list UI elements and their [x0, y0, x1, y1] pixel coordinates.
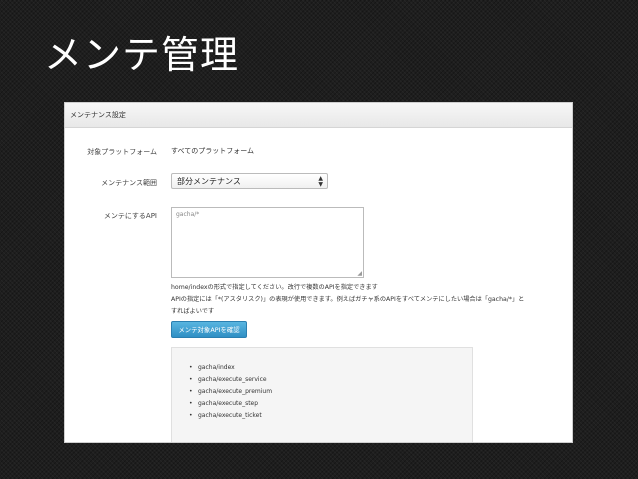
api-list: • gacha/index • gacha/execute_service • gac…: [172, 348, 472, 422]
list-item-text: gacha/execute_service: [198, 376, 267, 383]
maintenance-scope-selected: 部分メンテナンス: [177, 177, 241, 186]
maintenance-scope-select[interactable]: 部分メンテナンス ▲ ▼: [171, 173, 328, 189]
list-item: • gacha/index: [189, 362, 472, 374]
help-text-line-1: home/indexの形式で指定してください。改行で複数のAPIを指定できます: [171, 284, 378, 291]
help-text-line-2: APIの指定には「*(アスタリスク)」の表現が使用できます。例えばガチャ系のAP…: [171, 296, 525, 303]
bullet-icon: •: [189, 364, 193, 371]
maintenance-api-value: gacha/*: [176, 211, 200, 218]
bullet-icon: •: [189, 388, 193, 395]
maintenance-scope-label: メンテナンス範囲: [101, 179, 157, 187]
list-item: • gacha/execute_ticket: [189, 410, 472, 422]
slide-title: メンテ管理: [44, 33, 240, 77]
select-arrows-icon: ▲ ▼: [318, 175, 323, 188]
maintenance-api-label: メンテにするAPI: [103, 212, 157, 220]
list-item-text: gacha/execute_ticket: [198, 412, 262, 419]
target-platform-value: すべてのプラットフォーム: [171, 147, 255, 155]
bullet-icon: •: [189, 412, 193, 419]
bullet-icon: •: [189, 400, 193, 407]
target-platform-label: 対象プラットフォーム: [87, 148, 157, 156]
list-item-text: gacha/execute_step: [198, 400, 259, 407]
list-item-text: gacha/index: [198, 364, 235, 371]
maintenance-settings-panel: メンテナンス設定 対象プラットフォーム すべてのプラットフォーム メンテナンス範…: [64, 102, 573, 443]
confirm-api-button[interactable]: メンテ対象APIを確認: [171, 321, 247, 338]
resize-handle-icon[interactable]: ◢: [357, 270, 362, 277]
list-item: • gacha/execute_premium: [189, 386, 472, 398]
panel-header: メンテナンス設定: [65, 103, 572, 128]
bullet-icon: •: [189, 376, 193, 383]
list-item-text: gacha/execute_premium: [198, 388, 273, 395]
list-item: • gacha/execute_service: [189, 374, 472, 386]
api-list-box: • gacha/index • gacha/execute_service • gac…: [171, 347, 473, 442]
help-text-line-3: すればよいです: [171, 308, 215, 315]
maintenance-api-textarea[interactable]: gacha/* ◢: [171, 207, 364, 278]
list-item: • gacha/execute_step: [189, 398, 472, 410]
